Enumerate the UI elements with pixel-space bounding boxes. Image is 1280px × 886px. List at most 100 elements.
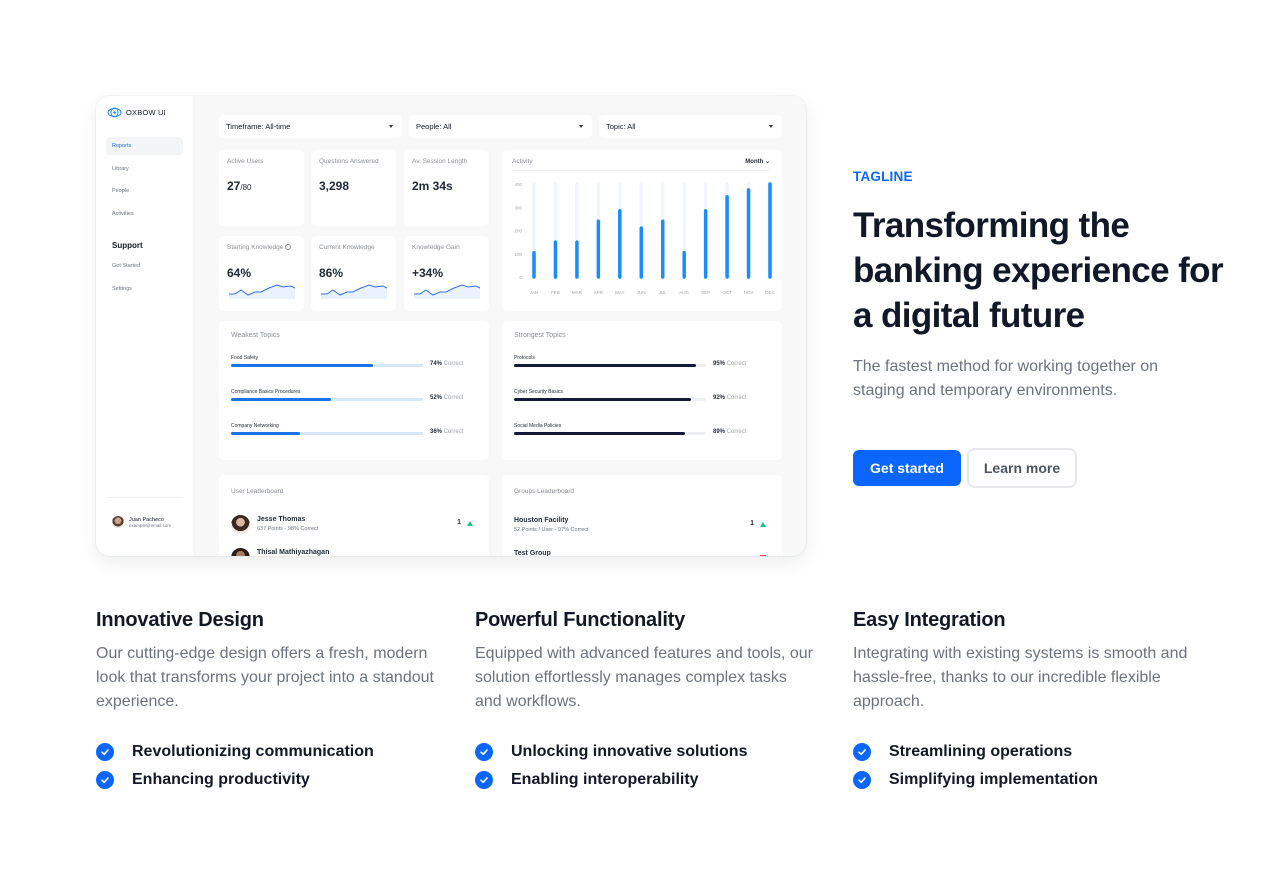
feature-title: Easy Integration bbox=[853, 609, 1006, 631]
y-tick-label: 200 bbox=[514, 229, 522, 234]
activity-bar-chart: 0 100 200 300 400 JAN FEB MAR APR MAY JUN JUL AUG SEP… bbox=[514, 182, 775, 295]
stat-value: 64% bbox=[227, 266, 252, 280]
x-tick-label: JUN bbox=[637, 290, 646, 295]
sparkline bbox=[321, 284, 387, 299]
y-tick-label: 400 bbox=[514, 182, 522, 187]
avatar bbox=[231, 515, 250, 534]
y-tick-label: 0 bbox=[519, 275, 522, 280]
feature-description: Our cutting-edge design offers a fresh, … bbox=[96, 645, 434, 710]
stat-value: 86% bbox=[319, 266, 344, 280]
avatar bbox=[112, 516, 124, 528]
stat-value: +34% bbox=[412, 266, 444, 280]
x-tick-label: MAR bbox=[572, 290, 583, 295]
card-title: Strongest Topics bbox=[514, 332, 566, 339]
card-title: Groups Leaderboard bbox=[514, 488, 574, 495]
stat-card-current-knowledge: Current Knowledge 86% bbox=[311, 236, 396, 311]
brand-logo: OXBOW UI bbox=[107, 107, 166, 118]
check-circle-icon bbox=[96, 743, 114, 761]
y-tick-label: 100 bbox=[514, 252, 522, 257]
leaderboard-row[interactable]: Jesse Thomas 637 Points - 98% Correct 1 bbox=[231, 515, 477, 541]
stat-label: Av. Session Length bbox=[412, 158, 468, 165]
activity-chart-card: Activity Month ⌄ 0 100 200 300 400 JAN FEB MAR A… bbox=[502, 150, 782, 311]
get-started-button[interactable]: Get started bbox=[853, 450, 961, 486]
nav-item-get-started[interactable]: Get Started bbox=[106, 257, 183, 275]
y-tick-label: 300 bbox=[514, 205, 522, 210]
stat-card-session-length: Av. Session Length 2m 34s bbox=[404, 150, 489, 226]
period-select[interactable]: Month ⌄ bbox=[745, 158, 770, 165]
x-tick-label: JAN bbox=[530, 290, 539, 295]
topic-row: Compliance Basics Procedures 52% Correct bbox=[231, 389, 491, 401]
card-title: Weakest Topics bbox=[231, 332, 280, 339]
timeframe-select[interactable]: Timeframe: All-time bbox=[219, 115, 402, 138]
chevron-down-icon: ⌄ bbox=[764, 159, 770, 165]
feature-item-label: Enabling interoperability bbox=[511, 771, 699, 788]
feature-column: Powerful Functionality Equipped with adv… bbox=[475, 608, 815, 794]
feature-title: Innovative Design bbox=[96, 609, 264, 631]
check-circle-icon bbox=[96, 771, 114, 789]
sparkline bbox=[229, 284, 295, 299]
topic-select-value: Topic: All bbox=[606, 122, 636, 131]
feature-item-label: Unlocking innovative solutions bbox=[511, 743, 748, 760]
feature-list: Revolutionizing communication Enhancing … bbox=[96, 738, 436, 794]
feature-item: Revolutionizing communication bbox=[96, 738, 436, 766]
stat-label: Knowledge Gain bbox=[412, 244, 460, 251]
x-tick-label: MAY bbox=[615, 290, 624, 295]
trend-up-icon bbox=[467, 521, 473, 526]
info-icon[interactable] bbox=[285, 244, 292, 250]
feature-list: Streamlining operations Simplifying impl… bbox=[853, 738, 1193, 794]
leaderboard-name: Jesse Thomas bbox=[257, 516, 306, 523]
leaderboard-row[interactable]: Test Group bbox=[514, 549, 770, 556]
rank: 1 bbox=[750, 520, 754, 527]
learn-more-button[interactable]: Learn more bbox=[967, 448, 1077, 488]
user-leaderboard-card: User Leaderboard Jesse Thomas 637 Points… bbox=[219, 475, 489, 556]
stat-value: 3,298 bbox=[319, 179, 350, 193]
stat-label: Current Knowledge bbox=[319, 244, 375, 251]
check-circle-icon bbox=[853, 771, 871, 789]
leaderboard-row[interactable]: Thisal Mathiyazhagan bbox=[231, 548, 477, 556]
page-title: Transforming the banking experience for … bbox=[853, 206, 1224, 335]
feature-description: Equipped with advanced features and tool… bbox=[475, 645, 814, 710]
nav-item-library[interactable]: Library bbox=[106, 160, 183, 178]
nav-item-activities[interactable]: Activities bbox=[106, 205, 183, 223]
avatar bbox=[231, 548, 250, 556]
user-profile[interactable]: Juan Pacheco example@email.com bbox=[112, 516, 171, 528]
divider bbox=[512, 170, 770, 171]
groups-leaderboard-card: Groups Leaderboard Houston Facility 52 P… bbox=[502, 475, 782, 556]
leaderboard-row[interactable]: Houston Facility 52 Points / User - 97% … bbox=[514, 516, 770, 542]
check-circle-icon bbox=[475, 771, 493, 789]
stat-card-knowledge-gain: Knowledge Gain +34% bbox=[404, 236, 489, 311]
feature-column: Innovative Design Our cutting-edge desig… bbox=[96, 608, 436, 794]
progress-bar bbox=[231, 432, 423, 435]
feature-item: Simplifying implementation bbox=[853, 766, 1193, 794]
tagline: TAGLINE bbox=[853, 169, 913, 184]
progress-fill bbox=[231, 364, 374, 367]
topic-select[interactable]: Topic: All bbox=[599, 115, 782, 138]
strongest-topics-card: Strongest Topics Protocols 95% Correct Cy… bbox=[502, 321, 782, 460]
feature-item: Enhancing productivity bbox=[96, 766, 436, 794]
nav-item-reports[interactable]: Reports bbox=[106, 137, 183, 155]
feature-item: Unlocking innovative solutions bbox=[475, 738, 815, 766]
sidebar-divider bbox=[106, 497, 183, 498]
feature-item: Streamlining operations bbox=[853, 738, 1193, 766]
progress-bar bbox=[231, 398, 423, 401]
nav-item-settings[interactable]: Settings bbox=[106, 280, 183, 298]
progress-fill bbox=[514, 432, 685, 435]
brand-name: OXBOW UI bbox=[126, 108, 166, 117]
topic-row: Protocols 95% Correct bbox=[514, 355, 774, 367]
progress-fill bbox=[514, 398, 691, 401]
leaderboard-sub: 637 Points - 98% Correct bbox=[257, 526, 319, 532]
topic-percent: 95% Correct bbox=[713, 361, 747, 367]
people-select[interactable]: People: All bbox=[409, 115, 592, 138]
topic-row: Social Media Policies 89% Correct bbox=[514, 423, 774, 435]
progress-fill bbox=[231, 398, 331, 401]
dashboard-sidebar: OXBOW UI Reports Library People Activiti… bbox=[96, 96, 193, 556]
oxbow-logo-icon bbox=[107, 107, 122, 118]
progress-bar bbox=[514, 364, 706, 367]
feature-item-label: Streamlining operations bbox=[889, 743, 1073, 760]
stat-value: 27/80 bbox=[227, 179, 252, 193]
progress-bar bbox=[231, 364, 423, 367]
rank: 1 bbox=[457, 519, 461, 526]
sparkline bbox=[414, 284, 480, 299]
caret-down-icon bbox=[769, 125, 773, 128]
nav-item-people[interactable]: People bbox=[106, 182, 183, 200]
